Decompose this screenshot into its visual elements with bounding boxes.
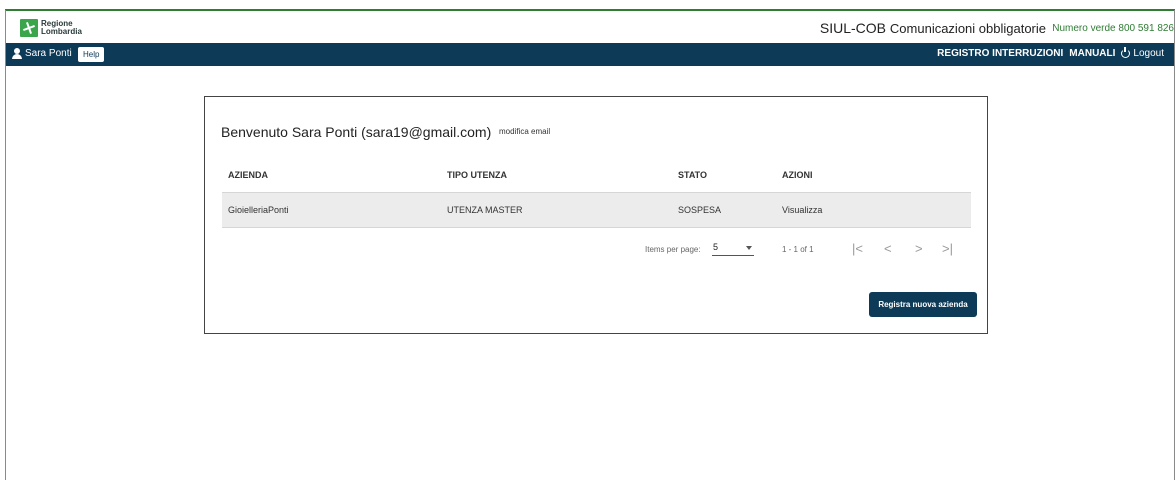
table-header: AZIENDA TIPO UTENZA STATO AZIONI	[222, 157, 971, 192]
page-size-value: 5	[713, 242, 719, 252]
top-navbar: Sara Ponti Help REGISTRO INTERRUZIONI MA…	[6, 43, 1174, 66]
next-page-button[interactable]: >	[915, 241, 923, 256]
window-border-left	[5, 10, 6, 480]
cell-stato: SOSPESA	[678, 205, 722, 215]
visualizza-link[interactable]: Visualizza	[782, 205, 822, 215]
welcome-heading: Benvenuto Sara Ponti (sara19@gmail.com)	[221, 124, 492, 140]
table-row[interactable]: GioielleriaPonti UTENZA MASTER SOSPESA V…	[222, 192, 971, 228]
column-header-azioni: AZIONI	[782, 169, 813, 180]
power-icon	[1121, 47, 1131, 58]
nav-manuali[interactable]: MANUALI	[1069, 48, 1115, 59]
user-menu[interactable]: Sara Ponti	[12, 48, 72, 59]
app-title: SIUL-COB Comunicazioni obbligatorie	[820, 20, 1046, 36]
column-header-stato[interactable]: STATO	[678, 170, 707, 180]
regione-lombardia-logo[interactable]: Regione Lombardia	[20, 19, 82, 37]
nav-registro-interruzioni[interactable]: REGISTRO INTERRUZIONI	[937, 48, 1063, 59]
dropdown-arrow-icon	[746, 246, 752, 250]
column-header-azienda[interactable]: AZIENDA	[228, 170, 268, 180]
app-title-main: SIUL-COB	[819, 20, 887, 36]
last-page-button[interactable]: >|	[942, 241, 953, 256]
nav-links: REGISTRO INTERRUZIONI MANUALI Logout	[937, 47, 1164, 59]
user-name: Sara Ponti	[25, 48, 72, 59]
logo-text: Regione Lombardia	[41, 20, 82, 36]
register-company-button[interactable]: Registra nuova azienda	[869, 292, 977, 317]
first-page-button[interactable]: |<	[852, 241, 863, 256]
column-header-tipo-utenza[interactable]: TIPO UTENZA	[447, 170, 507, 180]
paginator: Items per page: 5 1 - 1 of 1 |< < > >|	[645, 240, 975, 262]
user-icon	[12, 48, 22, 59]
items-per-page-label: Items per page:	[645, 245, 701, 254]
logo-line2: Lombardia	[41, 27, 82, 36]
rosa-camuna-icon	[20, 19, 38, 37]
cell-tipo-utenza: UTENZA MASTER	[447, 205, 523, 215]
aziende-card: Benvenuto Sara Ponti (sara19@gmail.com) …	[204, 96, 988, 334]
edit-email-link[interactable]: modifica email	[499, 127, 550, 136]
logout-link[interactable]: Logout	[1121, 47, 1164, 59]
toll-free-number: Numero verde 800 591 826	[1052, 23, 1174, 34]
cell-azienda: GioielleriaPonti	[228, 205, 289, 215]
page-range-label: 1 - 1 of 1	[782, 245, 814, 254]
logout-label: Logout	[1133, 48, 1164, 59]
app-subtitle: Comunicazioni obbligatorie	[889, 21, 1046, 36]
site-header: Regione Lombardia SIUL-COB Comunicazioni…	[6, 11, 1174, 43]
page-size-select[interactable]: 5	[712, 241, 754, 256]
previous-page-button[interactable]: <	[884, 241, 892, 256]
aziende-table: AZIENDA TIPO UTENZA STATO AZIONI Gioiell…	[222, 157, 971, 228]
help-button[interactable]: Help	[78, 47, 105, 62]
